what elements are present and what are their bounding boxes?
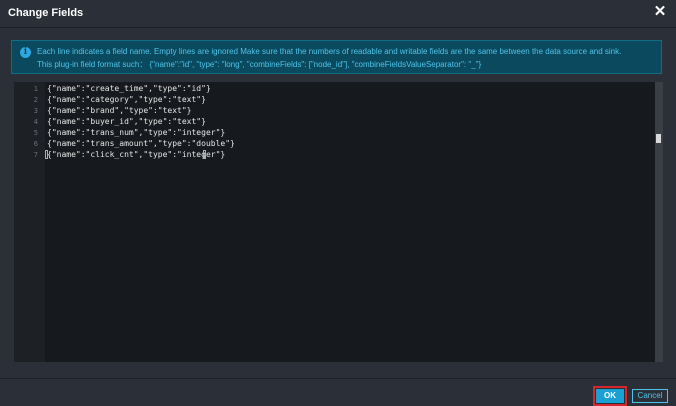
line-number: 1 (33, 85, 38, 93)
bracket-match-marker (203, 150, 206, 159)
info-text-line-2: This plug-in field format such： {"name":… (37, 60, 482, 69)
line-number: 2 (33, 96, 38, 104)
dialog-header: Change Fields ✕ (0, 0, 676, 28)
line-number: 7 (33, 151, 38, 159)
dialog-title: Change Fields (8, 7, 84, 19)
change-fields-dialog: Change Fields ✕ i Each line indicates a … (0, 0, 676, 406)
code-line[interactable]: {"name":"brand","type":"text"} (47, 106, 192, 115)
code-line[interactable]: {"name":"trans_amount","type":"double"} (47, 139, 235, 148)
line-number: 3 (33, 107, 38, 115)
line-number: 6 (33, 140, 38, 148)
code-line[interactable]: {"name":"create_time","type":"id"} (47, 84, 211, 93)
line-number-gutter: 1 2 3 4 5 6 7 (14, 82, 45, 362)
editor-scrollbar[interactable] (655, 82, 663, 362)
code-line[interactable]: {"name":"category","type":"text"} (47, 95, 206, 104)
info-icon: i (20, 47, 31, 58)
info-text-line-1: Each line indicates a field name. Empty … (37, 47, 622, 56)
code-text-area[interactable]: {"name":"create_time","type":"id"} {"nam… (45, 82, 655, 362)
code-line[interactable]: {"name":"click_cnt","type":"integer"} (47, 150, 225, 159)
ok-button[interactable]: OK (593, 386, 627, 406)
line-number: 4 (33, 118, 38, 126)
code-line[interactable]: {"name":"trans_num","type":"integer"} (47, 128, 225, 137)
bracket-match-marker (45, 150, 48, 159)
line-number: 5 (33, 129, 38, 137)
cancel-button[interactable]: Cancel (632, 389, 668, 403)
dialog-footer: OK Cancel (0, 378, 676, 406)
code-line[interactable]: {"name":"buyer_id","type":"text"} (47, 117, 206, 126)
scrollbar-thumb[interactable] (656, 134, 661, 143)
code-editor[interactable]: 1 2 3 4 5 6 7 {"name":"create_time","typ… (14, 82, 663, 362)
close-icon[interactable]: ✕ (652, 4, 668, 20)
info-banner: i Each line indicates a field name. Empt… (11, 40, 662, 74)
